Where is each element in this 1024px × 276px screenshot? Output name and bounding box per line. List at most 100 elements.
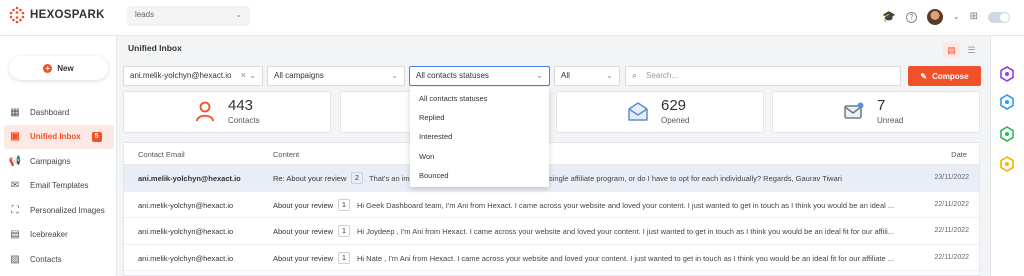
new-button-label: New: [57, 63, 74, 73]
account-filter[interactable]: ani.melik-yolchyn@hexact.io × ⌄: [123, 66, 263, 86]
chevron-down-icon: ⌄: [235, 10, 242, 19]
thread-count-badge: 1: [338, 225, 350, 237]
help-icon[interactable]: ?: [905, 11, 917, 23]
compose-button-label: Compose: [932, 71, 969, 81]
table-row[interactable]: ani.melik-yolchyn@hexact.io About your r…: [124, 245, 979, 271]
row-subject: About your review: [273, 253, 334, 263]
stat-label: Unread: [877, 116, 904, 125]
sidebar-item-campaigns[interactable]: 📢 Campaigns: [4, 149, 114, 174]
row-email: ani.melik-yolchyn@hexact.io: [138, 253, 234, 263]
avatar[interactable]: [926, 9, 943, 25]
scope-filter-value: All: [561, 71, 570, 80]
row-date: 22/11/2022: [934, 253, 969, 261]
sidebar-item-icebreaker[interactable]: ▤ Icebreaker: [4, 223, 114, 248]
sidebar-item-label: Personalized Images: [30, 205, 105, 215]
new-button[interactable]: + New: [9, 56, 108, 80]
workspace-select[interactable]: leads ⌄: [127, 6, 250, 26]
chevron-down-icon: ⌄: [249, 71, 256, 80]
search-icon: ⌕: [632, 70, 638, 80]
search-input[interactable]: ⌕ Search...: [625, 66, 901, 86]
envelope-icon: ✉: [10, 180, 20, 192]
status-option[interactable]: All contacts statuses: [410, 90, 549, 109]
status-option[interactable]: Bounced: [410, 167, 549, 186]
table-view-icon: ▤: [947, 44, 956, 55]
stat-card-unread: 7 Unread: [772, 91, 980, 133]
stat-card-opened: 629 Opened: [556, 91, 764, 133]
table-header: Contact Email Content Date: [124, 143, 979, 165]
unread-envelope-icon: [844, 102, 864, 119]
sidebar-item-label: Email Templates: [30, 181, 89, 191]
row-email: ani.melik-yolchyn@hexact.io: [138, 174, 241, 183]
column-header-date[interactable]: Date: [951, 150, 967, 159]
academy-cap-icon[interactable]: 🎓: [882, 11, 896, 23]
row-email: ani.melik-yolchyn@hexact.io: [138, 227, 234, 236]
app-hexosign-icon[interactable]: [999, 156, 1015, 172]
apps-grid-icon[interactable]: ⊞: [970, 12, 978, 22]
plus-icon: +: [43, 63, 53, 73]
campaigns-filter-value: All campaigns: [274, 71, 324, 80]
sidebar-item-personalized-images[interactable]: ⛶ Personalized Images: [4, 198, 114, 223]
row-body-preview: Hi Geek Dashboard team, I'm Ani from Hex…: [357, 200, 895, 210]
row-subject: About your review: [273, 200, 334, 210]
statuses-filter[interactable]: All contacts statuses ⌄: [409, 66, 550, 86]
status-option[interactable]: Replied: [410, 109, 549, 128]
list-view-icon: ☰: [967, 44, 976, 55]
thread-count-badge: 1: [338, 251, 350, 264]
table-row[interactable]: ani.melik-yolchyn@hexact.io About your r…: [124, 192, 979, 218]
sidebar-item-label: Icebreaker: [30, 230, 68, 240]
sidebar-item-label: Contacts: [30, 254, 62, 264]
table-row[interactable]: ani.melik-yolchyn@hexact.io Re: About yo…: [124, 165, 979, 192]
edit-icon: ✎: [920, 71, 928, 81]
table-view-button[interactable]: ▤: [943, 42, 960, 58]
workspace-value: leads: [135, 10, 155, 19]
page-title: Unified Inbox: [128, 43, 182, 53]
scope-filter[interactable]: All ⌄: [554, 66, 620, 86]
person-icon: [196, 101, 214, 122]
top-bar: HEXOSPARK leads ⌄ 🎓 ? ⌄ ⊞: [0, 0, 1024, 36]
statuses-dropdown-menu: All contacts statuses Replied Interested…: [410, 87, 549, 187]
thread-count-badge: 1: [338, 198, 350, 211]
clear-icon[interactable]: ×: [241, 70, 246, 80]
hexospark-logo-icon: [9, 6, 25, 24]
column-header-email[interactable]: Contact Email: [138, 150, 185, 159]
sidebar-item-label: Unified Inbox: [30, 132, 81, 142]
row-body-preview: Hi Nate , I'm Ani from Hexact. I came ac…: [357, 253, 894, 263]
sidebar: + New ▦ Dashboard ▣ Unified Inbox 5 📢 Ca…: [0, 36, 117, 276]
list-view-button[interactable]: ☰: [963, 42, 980, 58]
search-placeholder: Search...: [646, 71, 679, 80]
chevron-down-icon: ⌄: [391, 71, 398, 80]
app-switcher-rail: [990, 36, 1024, 276]
icebreaker-icon: ▤: [10, 229, 20, 241]
open-envelope-icon: [628, 102, 648, 121]
compose-button[interactable]: ✎ Compose: [908, 66, 981, 86]
brand-logo[interactable]: HEXOSPARK: [8, 6, 105, 24]
sidebar-item-label: Campaigns: [30, 156, 71, 166]
column-header-content: Content: [273, 150, 300, 159]
sidebar-item-dashboard[interactable]: ▦ Dashboard: [4, 100, 114, 125]
contact-card-icon: ▨: [10, 253, 20, 265]
image-icon: ⛶: [11, 204, 19, 216]
sidebar-item-contacts[interactable]: ▨ Contacts: [4, 247, 114, 272]
sidebar-item-email-templates[interactable]: ✉ Email Templates: [4, 174, 114, 199]
stat-label: Opened: [661, 116, 690, 125]
campaigns-filter[interactable]: All campaigns ⌄: [267, 66, 405, 86]
app-hexometer-icon[interactable]: [999, 94, 1015, 110]
app-hexowatch-icon[interactable]: [999, 126, 1015, 142]
thread-count-badge: 2: [351, 172, 363, 184]
chevron-down-icon: ⌄: [536, 71, 543, 80]
app-hexomatic-icon[interactable]: [999, 66, 1015, 82]
statuses-filter-value: All contacts statuses: [416, 71, 489, 80]
row-body-preview: That's an im: [369, 174, 410, 183]
stat-value: 443: [228, 97, 254, 114]
status-option[interactable]: Interested: [410, 128, 549, 147]
table-row[interactable]: ani.melik-yolchyn@hexact.io About your r…: [124, 218, 979, 245]
status-option[interactable]: Won: [410, 148, 549, 167]
sidebar-item-unified-inbox[interactable]: ▣ Unified Inbox 5: [4, 124, 114, 149]
brand-name: HEXOSPARK: [30, 9, 105, 21]
chevron-down-icon[interactable]: ⌄: [953, 13, 960, 21]
theme-toggle[interactable]: [988, 11, 1010, 23]
row-email: ani.melik-yolchyn@hexact.io: [138, 200, 234, 210]
row-date: 22/11/2022: [934, 227, 969, 234]
account-filter-value: ani.melik-yolchyn@hexact.io: [130, 71, 232, 80]
sidebar-nav: ▦ Dashboard ▣ Unified Inbox 5 📢 Campaign…: [4, 100, 114, 272]
